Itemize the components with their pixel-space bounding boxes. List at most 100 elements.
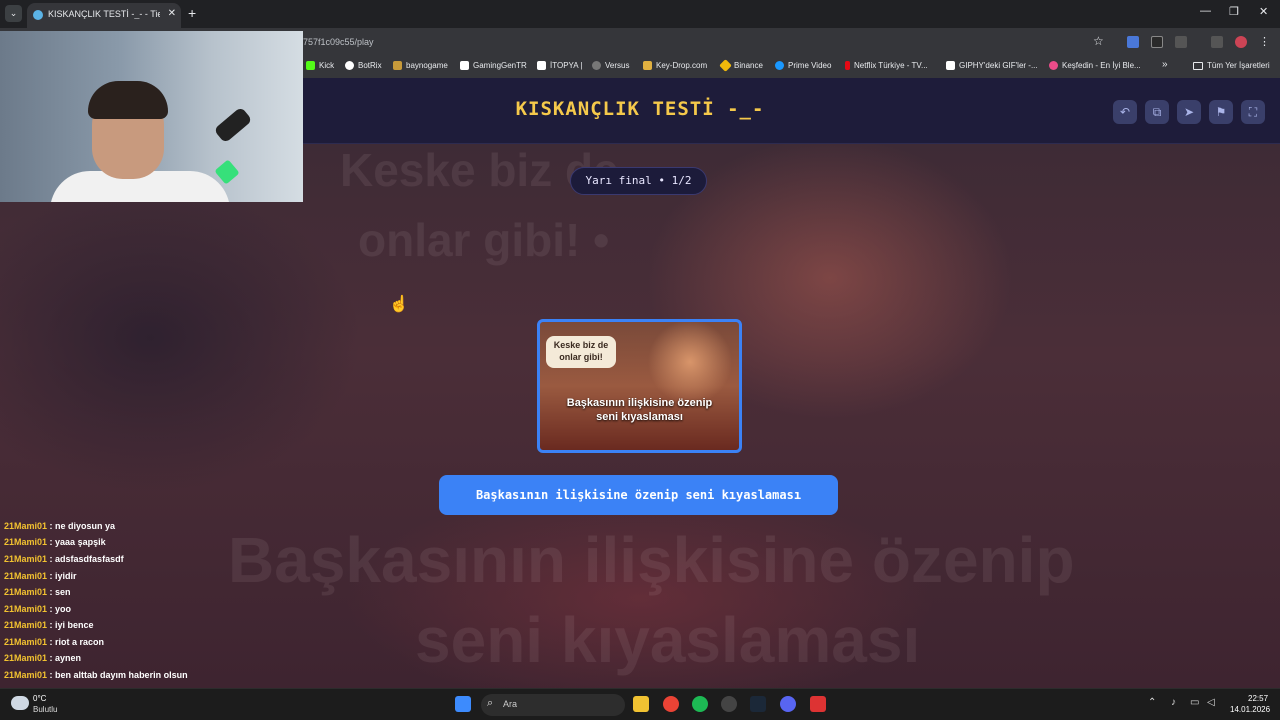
chat-username: 21Mami01: [4, 537, 48, 547]
bookmark-favicon-icon: [1049, 61, 1058, 70]
chat-username: 21Mami01: [4, 653, 48, 663]
chat-username: 21Mami01: [4, 571, 48, 581]
microphone-tray-icon[interactable]: ♪: [1171, 697, 1176, 708]
card-speech-bubble: Keske biz de onlar gibi!: [546, 336, 616, 368]
reading-list-icon[interactable]: [1211, 36, 1223, 48]
bookmark-item[interactable]: Binance: [719, 59, 763, 72]
all-bookmarks-folder[interactable]: Tüm Yer İşaretleri: [1193, 61, 1270, 70]
folder-icon: [1193, 61, 1203, 70]
chat-text: : ben alttab dayım haberin olsun: [49, 670, 188, 680]
chat-username: 21Mami01: [4, 554, 48, 564]
chat-username: 21Mami01: [4, 637, 48, 647]
search-input[interactable]: Ara: [503, 699, 517, 709]
clock-date[interactable]: 14.01.2026: [1230, 705, 1270, 714]
chat-message: 21Mami01 : sen: [4, 587, 71, 597]
bookmark-item[interactable]: GamingGenTR: [460, 61, 527, 70]
bookmark-item[interactable]: Versus: [592, 61, 629, 70]
extensions-puzzle-icon[interactable]: [1175, 36, 1187, 48]
chat-text: : riot a racon: [49, 637, 105, 647]
bookmark-item[interactable]: Keşfedin - En İyi Ble...: [1049, 61, 1141, 70]
bookmark-favicon-icon: [537, 61, 546, 70]
chat-text: : aynen: [49, 653, 82, 663]
report-button[interactable]: ⚑: [1209, 100, 1233, 124]
chat-text: : ne diyosun ya: [49, 521, 116, 531]
tab-search-button[interactable]: ⌄: [5, 5, 22, 22]
fullscreen-button[interactable]: ⛶: [1241, 100, 1265, 124]
bookmark-favicon-icon: [592, 61, 601, 70]
tab-favicon-icon: [33, 10, 43, 20]
chat-text: : yaaa şapşik: [49, 537, 106, 547]
windows-start-icon[interactable]: [455, 696, 471, 712]
fullscreen-icon: ⛶: [1248, 105, 1258, 119]
chat-message: 21Mami01 : iyidir: [4, 571, 77, 581]
translate-extension-icon[interactable]: [1127, 36, 1139, 48]
chat-message: 21Mami01 : yaaa şapşik: [4, 537, 106, 547]
file-explorer-icon[interactable]: [633, 696, 649, 712]
bookmark-item[interactable]: İTOPYA |: [537, 61, 582, 70]
chat-text: : iyidir: [49, 571, 77, 581]
card-caption-line: Başkasının ilişkisine özenip: [566, 397, 713, 409]
choice-card-image[interactable]: Keske biz de onlar gibi! Başkasının iliş…: [537, 319, 742, 453]
bookmark-item[interactable]: BotRix: [345, 61, 382, 70]
windows-taskbar: 0°C Bulutlu ⌕ Ara ⌃ ♪ ▭ ◁ 22:57 14.01.20…: [0, 688, 1280, 720]
bookmark-favicon-icon: [643, 61, 652, 70]
bookmark-item[interactable]: Kick: [306, 61, 334, 70]
address-bar[interactable]: 757f1c09c55/play: [303, 37, 374, 47]
undo-button[interactable]: ↶: [1113, 100, 1137, 124]
bookmark-item[interactable]: GIPHY'deki GIF'ler -...: [946, 61, 1038, 70]
taskbar-search[interactable]: ⌕ Ara: [481, 694, 625, 716]
bookmark-item[interactable]: Netflix Türkiye - TV...: [845, 61, 928, 70]
steam-icon[interactable]: [750, 696, 766, 712]
tab-title: KISKANÇLIK TESTİ -_- - Tier Lis: [48, 9, 160, 19]
extension-icon[interactable]: [1151, 36, 1163, 48]
tray-overflow-icon[interactable]: ⌃: [1148, 697, 1156, 708]
chrome-icon[interactable]: [663, 696, 679, 712]
undo-icon: ↶: [1119, 105, 1131, 119]
chat-username: 21Mami01: [4, 670, 48, 680]
bookmark-favicon-icon: [306, 61, 315, 70]
weather-temperature[interactable]: 0°C: [33, 694, 46, 703]
chat-message: 21Mami01 : adsfasdfasfasdf: [4, 554, 124, 564]
app-icon[interactable]: [810, 696, 826, 712]
chat-username: 21Mami01: [4, 521, 48, 531]
restore-icon[interactable]: ❐: [1229, 5, 1239, 18]
webcam-person-hair: [88, 81, 168, 119]
clock-time[interactable]: 22:57: [1248, 694, 1268, 703]
network-icon[interactable]: ▭: [1190, 697, 1199, 708]
spotify-icon[interactable]: [692, 696, 708, 712]
profile-avatar[interactable]: [1235, 36, 1247, 48]
discord-icon[interactable]: [780, 696, 796, 712]
chat-text: : sen: [49, 587, 71, 597]
bookmark-favicon-icon: [946, 61, 955, 70]
bookmark-item[interactable]: baynogame: [393, 61, 448, 70]
bookmark-item[interactable]: Key-Drop.com: [643, 61, 707, 70]
browser-tab-active[interactable]: KISKANÇLIK TESTİ -_- - Tier Lis ✕: [27, 3, 181, 28]
tab-close-icon[interactable]: ✕: [168, 8, 176, 19]
new-tab-button[interactable]: +: [188, 5, 196, 21]
share-icon: ⧉: [1152, 105, 1162, 119]
hand-cursor-icon: ☝: [389, 296, 409, 313]
stream-chat-overlay: 21Mami01 : ne diyosun ya 21Mami01 : yaaa…: [0, 518, 400, 688]
chat-message: 21Mami01 : riot a racon: [4, 637, 104, 647]
bookmarks-overflow-button[interactable]: »: [1162, 59, 1168, 70]
weather-cloud-icon[interactable]: [11, 696, 29, 710]
minimize-icon[interactable]: —: [1200, 5, 1211, 17]
send-button[interactable]: ➤: [1177, 100, 1201, 124]
bookmark-favicon-icon: [719, 59, 732, 72]
choice-button[interactable]: Başkasının ilişkisine özenip seni kıyasl…: [439, 475, 838, 515]
microphone-light: [214, 159, 240, 185]
bookmark-star-icon[interactable]: ☆: [1093, 34, 1104, 48]
bookmark-item[interactable]: Prime Video: [775, 61, 831, 70]
card-caption: Başkasının ilişkisine özenip seni kıyasl…: [540, 396, 739, 424]
volume-icon[interactable]: ◁: [1207, 697, 1215, 708]
chat-message: 21Mami01 : aynen: [4, 653, 81, 663]
share-button[interactable]: ⧉: [1145, 100, 1169, 124]
obs-icon[interactable]: [721, 696, 737, 712]
round-indicator: Yarı final • 1/2: [570, 167, 707, 195]
chat-username: 21Mami01: [4, 620, 48, 630]
weather-condition[interactable]: Bulutlu: [33, 705, 57, 714]
menu-kebab-icon[interactable]: ⋮: [1259, 36, 1271, 48]
bookmark-favicon-icon: [345, 61, 354, 70]
chat-message: 21Mami01 : ben alttab dayım haberin olsu…: [4, 670, 188, 680]
window-close-icon[interactable]: ✕: [1259, 5, 1268, 18]
